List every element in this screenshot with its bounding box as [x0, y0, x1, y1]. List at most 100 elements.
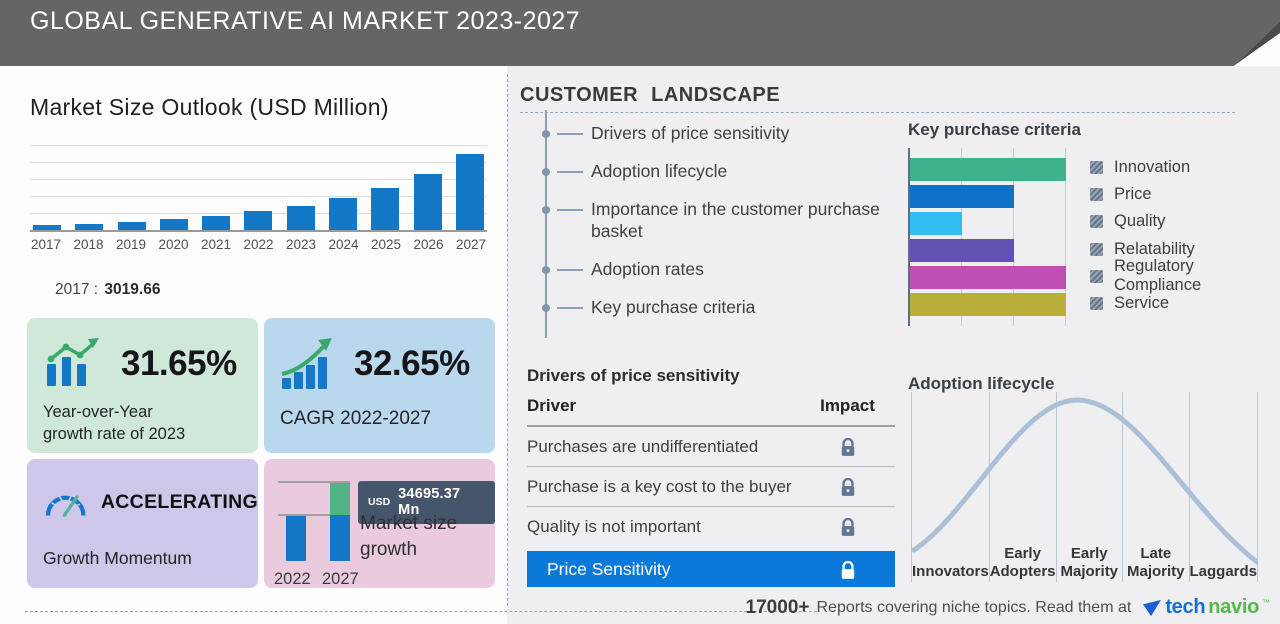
lock-icon — [840, 477, 856, 497]
landscape-item: Importance in the customer purchase bask… — [547, 198, 892, 244]
driver-row: Purchases are undifferentiated — [527, 427, 895, 467]
footer-dashed-line — [25, 611, 817, 612]
lock-icon — [840, 437, 856, 457]
growth-label: Market size growth — [360, 511, 495, 562]
logo-part-navio: navio — [1208, 596, 1259, 619]
legend-label: Regulatory Compliance — [1114, 257, 1280, 295]
impact-cell — [800, 516, 895, 537]
criteria-bar-innovation — [910, 158, 1066, 181]
price-sensitivity-label: Price Sensitivity — [547, 559, 671, 580]
lifecycle-stage: EarlyMajority — [1056, 392, 1122, 582]
bar-2024 — [329, 198, 357, 230]
year-label: 2026 — [413, 237, 445, 252]
logo-part-tech: tech — [1165, 596, 1205, 619]
stage-label: EarlyAdopters — [990, 545, 1056, 583]
driver-column-header: Driver — [527, 396, 576, 416]
growth-mini-years: 2022 2027 — [272, 570, 356, 588]
bar-2021 — [202, 216, 230, 230]
cagr-value: 32.65% — [354, 344, 470, 384]
bar-2026 — [414, 174, 442, 230]
header-bar: GLOBAL GENERATIVE AI MARKET 2023-2027 — [0, 0, 1280, 66]
legend-label: Innovation — [1114, 158, 1190, 177]
impact-column-header: Impact — [800, 396, 895, 416]
rising-bars-icon — [280, 338, 340, 390]
landscape-item: Drivers of price sensitivity — [547, 122, 892, 145]
speedometer-icon — [43, 479, 87, 525]
driver-label: Purchase is a key cost to the buyer — [527, 477, 792, 497]
lock-icon — [840, 560, 856, 580]
impact-cell — [800, 476, 895, 497]
legend-item: Regulatory Compliance — [1090, 263, 1280, 290]
lifecycle-title: Adoption lifecycle — [908, 374, 1054, 394]
stat-cards: 31.65% Year-over-Year growth rate of 202… — [27, 318, 495, 588]
stage-label: LateMajority — [1127, 545, 1185, 583]
footer-text: Reports covering niche topics. Read them… — [816, 599, 1131, 617]
vertical-dashed-divider — [507, 74, 508, 606]
technavio-logo[interactable]: technavio ™ — [1142, 596, 1270, 619]
lifecycle-stage: EarlyAdopters — [989, 392, 1056, 582]
bar-2017 — [33, 225, 61, 230]
year-label: 2027 — [455, 237, 487, 252]
criteria-bar-price — [910, 185, 1014, 208]
year-label: 2018 — [73, 237, 105, 252]
customer-landscape-section: CUSTOMER LANDSCAPE Drivers of price sens… — [507, 66, 1280, 624]
cagr-card: 32.65% CAGR 2022-2027 — [264, 318, 495, 453]
market-size-plot — [30, 142, 487, 232]
year-label: 2023 — [285, 237, 317, 252]
lifecycle-stages: InnovatorsEarlyAdoptersEarlyMajorityLate… — [911, 392, 1258, 582]
driver-label: Purchases are undifferentiated — [527, 437, 758, 457]
legend-item: Innovation — [1090, 154, 1280, 181]
market-size-chart: 2017201820192020202120222023202420252026… — [30, 142, 487, 252]
legend-marker-icon — [1090, 161, 1103, 174]
stage-label: Laggards — [1190, 563, 1258, 582]
market-outlook-title: Market Size Outlook (USD Million) — [30, 94, 389, 121]
legend-marker-icon — [1090, 243, 1103, 256]
year-label: 2025 — [370, 237, 402, 252]
year-label: 2020 — [158, 237, 190, 252]
drivers-title: Drivers of price sensitivity — [527, 366, 740, 386]
bar-trend-icon — [43, 338, 107, 390]
legend-item: Quality — [1090, 208, 1280, 235]
price-sensitivity-row: Price Sensitivity — [527, 551, 895, 587]
criteria-legend: InnovationPriceQualityRelatabilityRegula… — [1090, 154, 1280, 317]
stage-label: Innovators — [912, 563, 989, 582]
footer: 17000+ Reports covering niche topics. Re… — [746, 596, 1270, 619]
growth-momentum-card: ACCELERATING Growth Momentum — [27, 459, 258, 588]
driver-label: Quality is not important — [527, 517, 701, 537]
year-label: 2024 — [328, 237, 360, 252]
lifecycle-chart: InnovatorsEarlyAdoptersEarlyMajorityLate… — [911, 392, 1258, 582]
market-size-growth-card: 2022 2027 USD 34695.37 Mn Market size gr… — [264, 459, 495, 588]
callout-year: 2017 — [55, 281, 89, 298]
bar-2022 — [244, 211, 272, 230]
yoy-value: 31.65% — [121, 344, 237, 384]
legend-label: Service — [1114, 294, 1169, 313]
yoy-growth-card: 31.65% Year-over-Year growth rate of 202… — [27, 318, 258, 453]
landscape-item: Adoption rates — [547, 258, 892, 281]
lifecycle-stage: LateMajority — [1122, 392, 1188, 582]
legend-marker-icon — [1090, 188, 1103, 201]
bar-2020 — [160, 219, 188, 230]
landscape-item: Adoption lifecycle — [547, 160, 892, 183]
year-label: 2019 — [115, 237, 147, 252]
growth-mini-chart-svg — [272, 471, 356, 563]
bar-2027 — [456, 154, 484, 230]
market-outlook-section: Market Size Outlook (USD Million) 2017 20… — [0, 66, 507, 624]
criteria-bar-service — [910, 293, 1066, 316]
driver-row: Quality is not important — [527, 507, 895, 546]
cagr-label: CAGR 2022-2027 — [264, 390, 495, 431]
lifecycle-stage: Innovators — [911, 392, 989, 582]
criteria-bars — [910, 158, 1066, 316]
bar-2019 — [118, 222, 146, 230]
callout-value: 3019.66 — [104, 281, 160, 298]
customer-landscape-list: Drivers of price sensitivity Adoption lif… — [545, 110, 892, 338]
currency-label: USD — [368, 496, 390, 508]
landscape-item: Key purchase criteria — [547, 296, 892, 319]
criteria-bar-quality — [910, 212, 962, 235]
bar-2025 — [371, 188, 399, 230]
price-sensitivity-impact — [800, 558, 895, 579]
year-label: 2021 — [200, 237, 232, 252]
momentum-value: ACCELERATING — [101, 491, 258, 514]
legend-marker-icon — [1090, 297, 1103, 310]
lock-icon — [840, 517, 856, 537]
technavio-arrow-icon — [1142, 599, 1162, 617]
